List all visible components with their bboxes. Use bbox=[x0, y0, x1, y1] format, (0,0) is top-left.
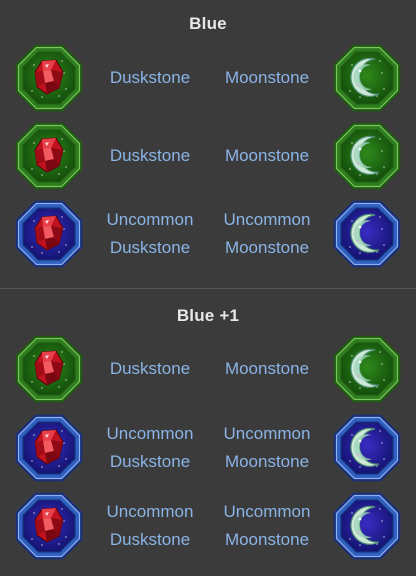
section-title: Blue +1 bbox=[176, 306, 240, 325]
moon-icon bbox=[333, 122, 401, 190]
item-rarity: Uncommon bbox=[223, 210, 311, 229]
moonstone-item-icon[interactable] bbox=[330, 119, 404, 193]
red-gem-icon bbox=[15, 122, 83, 190]
moonstone-item-icon[interactable] bbox=[330, 41, 404, 115]
section-divider bbox=[0, 288, 416, 289]
item-name: Duskstone bbox=[109, 68, 191, 87]
uncommon-moonstone-label: Uncommon Moonstone bbox=[208, 197, 326, 271]
uncommon-moonstone-label: Uncommon Moonstone bbox=[208, 411, 326, 485]
moon-icon bbox=[333, 414, 401, 482]
uncommon-duskstone-item-icon[interactable] bbox=[12, 489, 86, 563]
material-row: Uncommon Duskstone Uncommon Moonstone bbox=[0, 197, 416, 271]
duskstone-item-icon[interactable] bbox=[12, 119, 86, 193]
material-row: Duskstone Moonstone bbox=[0, 41, 416, 115]
moonstone-label: Moonstone bbox=[208, 119, 326, 193]
section-title: Blue bbox=[189, 14, 227, 33]
item-name: Duskstone bbox=[109, 530, 191, 549]
item-rarity: Uncommon bbox=[223, 424, 311, 443]
material-row: Uncommon Duskstone Uncommon Moonstone bbox=[0, 489, 416, 563]
uncommon-duskstone-label: Uncommon Duskstone bbox=[91, 411, 209, 485]
item-name: Moonstone bbox=[224, 238, 310, 257]
uncommon-moonstone-item-icon[interactable] bbox=[330, 489, 404, 563]
uncommon-moonstone-label: Uncommon Moonstone bbox=[208, 489, 326, 563]
moon-icon bbox=[333, 200, 401, 268]
red-gem-icon bbox=[15, 200, 83, 268]
item-name: Duskstone bbox=[109, 452, 191, 471]
item-rarity: Uncommon bbox=[106, 424, 194, 443]
duskstone-label: Duskstone bbox=[91, 41, 209, 115]
material-row: Duskstone Moonstone bbox=[0, 332, 416, 406]
item-rarity: Uncommon bbox=[106, 210, 194, 229]
uncommon-duskstone-label: Uncommon Duskstone bbox=[91, 489, 209, 563]
uncommon-duskstone-item-icon[interactable] bbox=[12, 411, 86, 485]
moon-icon bbox=[333, 492, 401, 560]
uncommon-moonstone-item-icon[interactable] bbox=[330, 411, 404, 485]
item-name: Duskstone bbox=[109, 146, 191, 165]
item-name: Duskstone bbox=[109, 238, 191, 257]
red-gem-icon bbox=[15, 414, 83, 482]
material-row: Duskstone Moonstone bbox=[0, 119, 416, 193]
duskstone-label: Duskstone bbox=[91, 119, 209, 193]
red-gem-icon bbox=[15, 492, 83, 560]
duskstone-item-icon[interactable] bbox=[12, 41, 86, 115]
uncommon-duskstone-item-icon[interactable] bbox=[12, 197, 86, 271]
material-row: Uncommon Duskstone Uncommon Moonstone bbox=[0, 411, 416, 485]
moon-icon bbox=[333, 44, 401, 112]
uncommon-duskstone-label: Uncommon Duskstone bbox=[91, 197, 209, 271]
red-gem-icon bbox=[15, 44, 83, 112]
moonstone-label: Moonstone bbox=[208, 332, 326, 406]
red-gem-icon bbox=[15, 335, 83, 403]
uncommon-moonstone-item-icon[interactable] bbox=[330, 197, 404, 271]
moon-icon bbox=[333, 335, 401, 403]
item-name: Duskstone bbox=[109, 359, 191, 378]
moonstone-label: Moonstone bbox=[208, 41, 326, 115]
item-name: Moonstone bbox=[224, 146, 310, 165]
item-name: Moonstone bbox=[224, 530, 310, 549]
item-name: Moonstone bbox=[224, 68, 310, 87]
item-rarity: Uncommon bbox=[106, 502, 194, 521]
item-name: Moonstone bbox=[224, 359, 310, 378]
item-rarity: Uncommon bbox=[223, 502, 311, 521]
moonstone-item-icon[interactable] bbox=[330, 332, 404, 406]
duskstone-label: Duskstone bbox=[91, 332, 209, 406]
duskstone-item-icon[interactable] bbox=[12, 332, 86, 406]
item-name: Moonstone bbox=[224, 452, 310, 471]
